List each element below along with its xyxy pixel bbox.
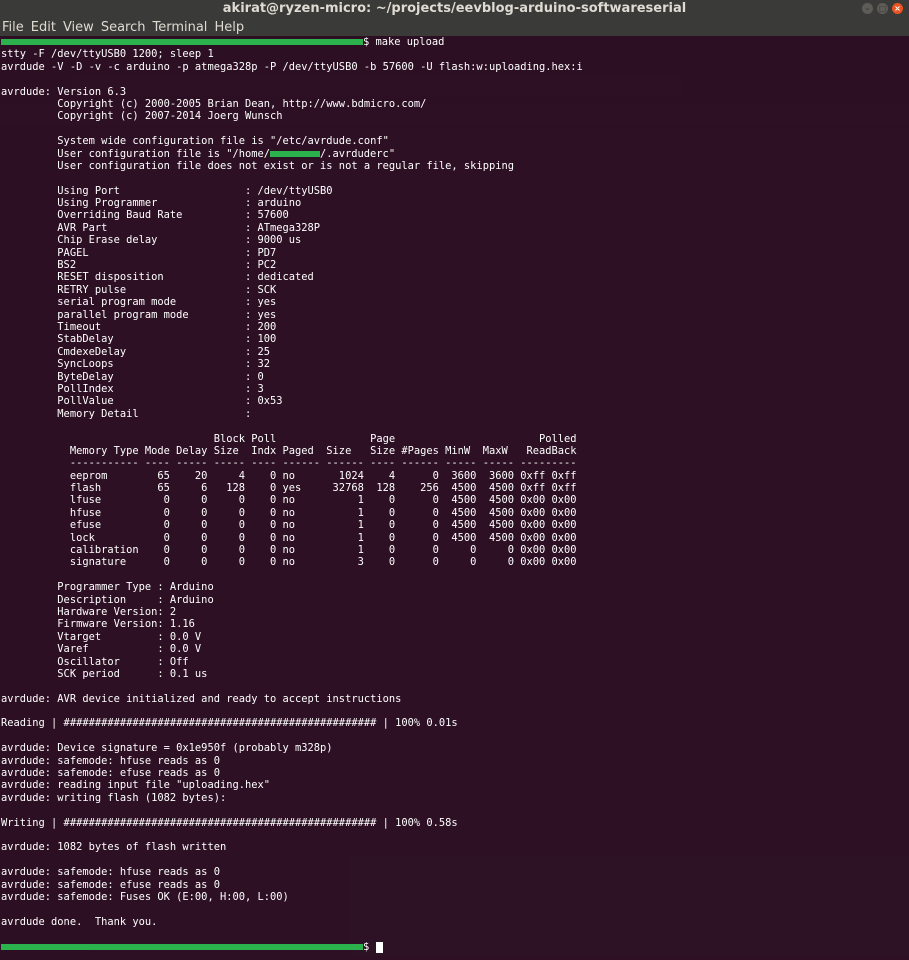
menu-file[interactable]: File	[2, 20, 24, 35]
terminal-line: Memory Type Mode Delay Size Indx Paged S…	[1, 444, 577, 457]
terminal-line: RETRY pulse : SCK	[1, 283, 277, 296]
terminal-line: Programmer Type : Arduino	[1, 581, 214, 594]
terminal-line: signature 0 0 0 0 no 3 0 0 0 0 0x00 0x00	[1, 556, 577, 569]
window-title: akirat@ryzen-micro: ~/projects/eevblog-a…	[222, 1, 687, 16]
terminal-line: avrdude: Version 6.3	[1, 85, 127, 98]
terminal-line: Copyright (c) 2000-2005 Brian Dean, http…	[1, 97, 427, 110]
terminal-line: avrdude -V -D -v -c arduino -p atmega328…	[1, 60, 583, 73]
terminal-line: Varef : 0.0 V	[1, 643, 202, 656]
minimize-button[interactable]: –	[862, 3, 873, 14]
terminal-line: Description : Arduino	[1, 593, 214, 606]
redacted-username	[270, 150, 320, 157]
terminal-line: PAGEL : PD7	[1, 246, 277, 259]
terminal-line: SCK period : 0.1 us	[1, 667, 208, 680]
terminal-line: avrdude: safemode: efuse reads as 0	[1, 878, 220, 891]
terminal-line: parallel program mode : yes	[1, 308, 277, 321]
active-prompt-line: $	[1, 941, 909, 953]
terminal-line: StabDelay : 100	[1, 333, 277, 346]
terminal-line: avrdude: reading input file "uploading.h…	[1, 779, 270, 792]
text-cursor	[375, 941, 383, 953]
redacted-prompt	[1, 39, 363, 45]
terminal-line: avrdude: AVR device initialized and read…	[1, 692, 402, 705]
terminal-line: avrdude: Device signature = 0x1e950f (pr…	[1, 742, 333, 755]
terminal-line: avrdude: 1082 bytes of flash written	[1, 841, 227, 854]
menu-bar: File Edit View Search Terminal Help	[0, 18, 909, 36]
terminal-line: avrdude: safemode: Fuses OK (E:00, H:00,…	[1, 890, 289, 903]
terminal-line: ----------- ---- ----- ----- ---- ------…	[1, 457, 577, 470]
terminal-line: PollIndex : 3	[1, 382, 264, 395]
terminal-line: AVR Part : ATmega328P	[1, 221, 321, 234]
menu-terminal[interactable]: Terminal	[152, 20, 207, 35]
window-controls: – □ ×	[862, 3, 903, 15]
terminal-line: Copyright (c) 2007-2014 Joerg Wunsch	[1, 110, 283, 123]
terminal-line: PollValue : 0x53	[1, 395, 283, 408]
terminal-line: User configuration file is "/home//.avrd…	[1, 147, 396, 160]
close-button[interactable]: ×	[892, 3, 903, 14]
terminal-line: avrdude done. Thank you.	[1, 915, 158, 928]
terminal-line: Firmware Version: 1.16	[1, 618, 195, 631]
menu-search[interactable]: Search	[101, 20, 146, 35]
terminal-line: Vtarget : 0.0 V	[1, 630, 202, 643]
terminal-line: Timeout : 200	[1, 320, 277, 333]
menu-help[interactable]: Help	[214, 20, 244, 35]
terminal-line: ByteDelay : 0	[1, 370, 264, 383]
terminal-line: avrdude: safemode: hfuse reads as 0	[1, 866, 220, 879]
menu-view[interactable]: View	[63, 20, 94, 35]
terminal-line: Using Programmer : arduino	[1, 197, 302, 210]
terminal-line: System wide configuration file is "/etc/…	[1, 135, 389, 148]
terminal-line: eeprom 65 20 4 0 no 1024 4 0 3600 3600 0…	[1, 469, 577, 482]
terminal-line: efuse 0 0 0 0 no 1 0 0 4500 4500 0x00 0x…	[1, 519, 577, 532]
terminal-line: SyncLoops : 32	[1, 358, 270, 371]
terminal-line: serial program mode : yes	[1, 296, 277, 309]
terminal-line: calibration 0 0 0 0 no 1 0 0 0 0 0x00 0x…	[1, 544, 577, 557]
terminal-line: avrdude: safemode: hfuse reads as 0	[1, 754, 220, 767]
terminal-line: Block Poll Page Polled	[1, 432, 577, 445]
prompt-symbol: $	[363, 940, 370, 953]
maximize-button[interactable]: □	[877, 3, 888, 14]
window-titlebar[interactable]: akirat@ryzen-micro: ~/projects/eevblog-a…	[0, 0, 909, 18]
terminal-line: avrdude: writing flash (1082 bytes):	[1, 791, 227, 804]
command-text: make upload	[369, 36, 445, 48]
terminal-output[interactable]: $ make upload stty -F /dev/ttyUSB0 1200;…	[0, 36, 909, 960]
terminal-line: stty -F /dev/ttyUSB0 1200; sleep 1	[1, 48, 214, 61]
terminal-line: Using Port : /dev/ttyUSB0	[1, 184, 333, 197]
terminal-lines: stty -F /dev/ttyUSB0 1200; sleep 1 avrdud…	[1, 48, 909, 940]
redacted-prompt	[1, 943, 363, 950]
terminal-line: Hardware Version: 2	[1, 605, 177, 618]
terminal-line: flash 65 6 128 0 yes 32768 128 256 4500 …	[1, 482, 577, 495]
terminal-line: Reading | ##############################…	[1, 717, 458, 730]
terminal-line: Chip Erase delay : 9000 us	[1, 234, 302, 247]
terminal-line: Overriding Baud Rate : 57600	[1, 209, 289, 222]
terminal-line: Oscillator : Off	[1, 655, 189, 668]
terminal-line: hfuse 0 0 0 0 no 1 0 0 4500 4500 0x00 0x…	[1, 506, 577, 519]
terminal-line: User configuration file does not exist o…	[1, 159, 514, 172]
terminal-line: Memory Detail :	[1, 407, 252, 420]
prompt-line: $ make upload	[1, 36, 909, 48]
terminal-line: Writing | ##############################…	[1, 816, 458, 829]
terminal-line: lfuse 0 0 0 0 no 1 0 0 4500 4500 0x00 0x…	[1, 494, 577, 507]
terminal-line: lock 0 0 0 0 no 1 0 0 4500 4500 0x00 0x0…	[1, 531, 577, 544]
terminal-line: CmdexeDelay : 25	[1, 345, 270, 358]
menu-edit[interactable]: Edit	[31, 20, 56, 35]
terminal-line: RESET disposition : dedicated	[1, 271, 314, 284]
terminal-line: avrdude: safemode: efuse reads as 0	[1, 767, 220, 780]
terminal-line: BS2 : PC2	[1, 259, 277, 272]
